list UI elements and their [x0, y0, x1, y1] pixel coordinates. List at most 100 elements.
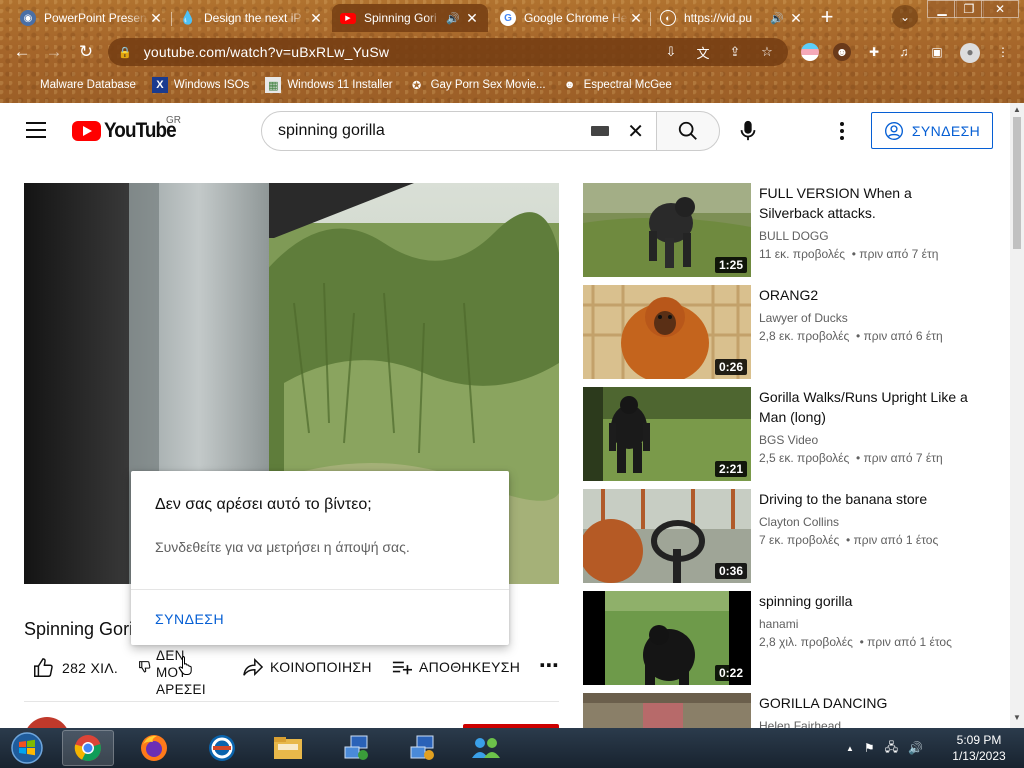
- video-thumbnail[interactable]: 1:25: [583, 183, 751, 277]
- bookmark-espectral-mcgee[interactable]: ☻ Espectral McGee: [562, 77, 672, 93]
- scroll-up-arrow[interactable]: ▲: [1012, 105, 1022, 114]
- related-video-title[interactable]: GORILLA DANCING: [759, 693, 969, 713]
- back-button[interactable]: ←: [10, 40, 34, 64]
- search-button[interactable]: [656, 111, 720, 151]
- windows-start-button[interactable]: [6, 731, 48, 765]
- bookmark-gay-porn-sex-movie[interactable]: ✪ Gay Porn Sex Movie...: [409, 77, 546, 93]
- taskbar-network-app-2[interactable]: [396, 730, 448, 766]
- bookmark-label: Windows 11 Installer: [287, 79, 393, 91]
- menu-icon[interactable]: [26, 122, 46, 138]
- taskbar-file-explorer[interactable]: [262, 730, 314, 766]
- taskbar-users[interactable]: [460, 730, 512, 766]
- side-panel-icon[interactable]: ▣: [928, 43, 946, 61]
- dislike-button[interactable]: ΔΕΝ ΜΟΥ ΑΡΕΣΕΙ: [138, 647, 206, 698]
- keyboard-icon[interactable]: [591, 126, 610, 136]
- bookmark-malware-database[interactable]: Malware Database: [18, 77, 136, 93]
- tab-chrome-help[interactable]: G Google Chrome He ✕: [492, 4, 652, 32]
- bookmark-star-icon[interactable]: ☆: [756, 44, 778, 60]
- minimize-button[interactable]: ▁: [927, 0, 957, 18]
- page-scrollbar[interactable]: ▲ ▼: [1010, 103, 1024, 728]
- tab-design[interactable]: 💧 Design the next iP ✕: [172, 4, 332, 32]
- tab-search-button[interactable]: ⌄: [892, 5, 918, 29]
- video-thumbnail[interactable]: 0:22: [583, 591, 751, 685]
- scroll-down-arrow[interactable]: ▼: [1012, 713, 1022, 722]
- media-control-icon[interactable]: ♫: [895, 43, 913, 61]
- related-channel[interactable]: Lawyer of Ducks: [759, 311, 848, 325]
- system-clock[interactable]: 5:09 PM 1/13/2023: [944, 732, 1014, 764]
- close-tab-icon[interactable]: ✕: [628, 10, 644, 27]
- youtube-logo[interactable]: YouTube GR: [72, 115, 184, 143]
- related-video-title[interactable]: Gorilla Walks/Runs Upright Like a Man (l…: [759, 387, 969, 427]
- related-video-title[interactable]: ORANG2: [759, 285, 969, 305]
- related-video[interactable]: GORILLA DANCING Helen Fairhead: [583, 693, 1003, 728]
- related-video[interactable]: 0:22 spinning gorilla hanami 2,8 χιλ. πρ…: [583, 591, 1003, 687]
- close-tab-icon[interactable]: ✕: [308, 10, 324, 27]
- video-thumbnail[interactable]: 0:36: [583, 489, 751, 583]
- search-input[interactable]: spinning gorilla ✕: [261, 111, 657, 151]
- related-video-title[interactable]: FULL VERSION When a Silverback attacks.: [759, 183, 969, 223]
- sign-in-button[interactable]: ΣΥΝΔΕΣΗ: [871, 112, 993, 149]
- new-tab-button[interactable]: +: [814, 5, 840, 31]
- close-tab-icon[interactable]: ✕: [788, 10, 804, 27]
- address-bar[interactable]: 🔒 youtube.com/watch?v=uBxRLw_YuSw ⇩ 文 ⇪ …: [108, 38, 788, 66]
- bookmark-windows-11-installer[interactable]: ▦ Windows 11 Installer: [265, 77, 393, 93]
- video-thumbnail[interactable]: 0:26: [583, 285, 751, 379]
- browser-menu-icon[interactable]: ⋮: [994, 43, 1012, 61]
- profile-icon[interactable]: ●: [960, 43, 980, 63]
- video-thumbnail[interactable]: 2:21: [583, 387, 751, 481]
- url-text[interactable]: youtube.com/watch?v=uBxRLw_YuSw: [144, 44, 650, 60]
- share-icon[interactable]: ⇪: [724, 44, 746, 60]
- tab-vid-pu[interactable]: ◐ https://vid.pu 🔊 ✕: [652, 4, 812, 32]
- show-hidden-icons-button[interactable]: ▲: [846, 744, 854, 753]
- close-window-button[interactable]: ✕: [981, 0, 1019, 18]
- video-duration: 1:25: [714, 257, 747, 273]
- close-tab-icon[interactable]: ✕: [148, 10, 164, 27]
- taskbar-outlook[interactable]: [196, 730, 248, 766]
- speaker-icon[interactable]: 🔊: [446, 12, 460, 25]
- taskbar-network-app[interactable]: [330, 730, 382, 766]
- related-video-title[interactable]: spinning gorilla: [759, 591, 969, 611]
- avatar-extension-icon[interactable]: ☻: [833, 43, 851, 61]
- related-video-title[interactable]: Driving to the banana store: [759, 489, 969, 509]
- scrollbar-thumb[interactable]: [1013, 117, 1021, 249]
- taskbar-firefox[interactable]: [128, 730, 180, 766]
- share-button[interactable]: ΚΟΙΝΟΠΟΙΗΣΗ: [242, 657, 372, 677]
- related-video[interactable]: 2:21 Gorilla Walks/Runs Upright Like a M…: [583, 387, 1003, 483]
- related-channel[interactable]: Clayton Collins: [759, 515, 839, 529]
- reload-button[interactable]: ↻: [74, 40, 98, 64]
- related-channel[interactable]: BGS Video: [759, 433, 818, 447]
- related-video[interactable]: 0:36 Driving to the banana store Clayton…: [583, 489, 1003, 585]
- related-video[interactable]: 0:26 ORANG2 Lawyer of Ducks 2,8 εκ. προβ…: [583, 285, 1003, 381]
- dialog-sign-in-button[interactable]: ΣΥΝΔΕΣΗ: [155, 611, 224, 627]
- video-thumbnail[interactable]: [583, 693, 751, 728]
- speaker-icon[interactable]: 🔊: [770, 12, 784, 25]
- forward-button[interactable]: →: [42, 40, 66, 64]
- channel-avatar[interactable]: [24, 717, 70, 728]
- install-icon[interactable]: ⇩: [660, 44, 682, 60]
- tab-powerpoint[interactable]: ◉ PowerPoint Presen ✕: [12, 4, 172, 32]
- taskbar-chrome[interactable]: [62, 730, 114, 766]
- like-button[interactable]: 282 ΧΙΛ.: [32, 657, 118, 679]
- network-icon[interactable]: 🖧: [885, 738, 898, 759]
- related-channel[interactable]: hanami: [759, 617, 798, 631]
- translate-icon[interactable]: 文: [692, 43, 714, 62]
- related-video[interactable]: 1:25 FULL VERSION When a Silverback atta…: [583, 183, 1003, 279]
- close-tab-icon[interactable]: ✕: [464, 10, 480, 27]
- volume-icon[interactable]: 🔊: [908, 741, 923, 755]
- clear-search-icon[interactable]: ✕: [627, 119, 644, 144]
- extensions-puzzle-icon[interactable]: ✚: [865, 43, 883, 61]
- save-button[interactable]: ΑΠΟΘΗΚΕΥΣΗ: [391, 657, 520, 677]
- lock-icon[interactable]: 🔒: [118, 46, 132, 59]
- related-channel[interactable]: Helen Fairhead: [759, 719, 841, 728]
- action-center-flag-icon[interactable]: ⚑: [864, 741, 875, 755]
- related-channel[interactable]: BULL DOGG: [759, 229, 829, 243]
- settings-more-icon[interactable]: [835, 119, 849, 143]
- restore-button[interactable]: ❐: [954, 0, 984, 18]
- flag-extension-icon[interactable]: [801, 43, 819, 61]
- search-query[interactable]: spinning gorilla: [278, 122, 591, 140]
- bookmark-windows-isos[interactable]: X Windows ISOs: [151, 77, 249, 93]
- video-duration: 2:21: [714, 461, 747, 477]
- more-actions-icon[interactable]: ⋯: [539, 653, 559, 678]
- voice-search-button[interactable]: [732, 115, 764, 147]
- tab-spinning-gorilla[interactable]: ▶ Spinning Gori 🔊 ✕: [332, 4, 488, 32]
